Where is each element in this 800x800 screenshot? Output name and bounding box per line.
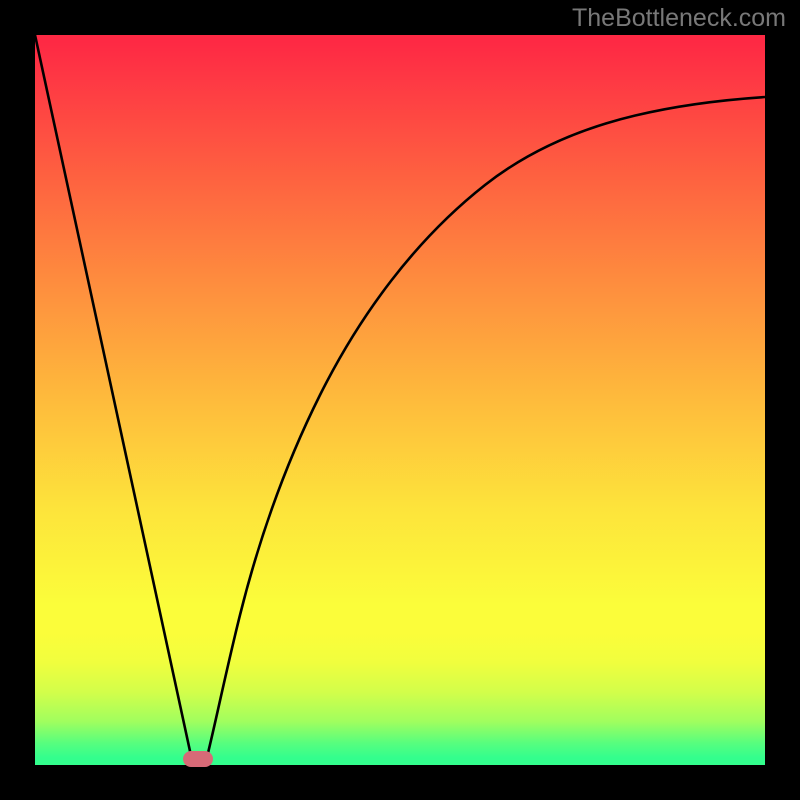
left-line [35, 35, 193, 765]
plot-area [35, 35, 765, 765]
chart-frame: TheBottleneck.com [0, 0, 800, 800]
optimum-marker [183, 751, 213, 767]
bottleneck-curve [35, 35, 765, 765]
right-curve [205, 97, 765, 765]
watermark-text: TheBottleneck.com [572, 4, 786, 33]
